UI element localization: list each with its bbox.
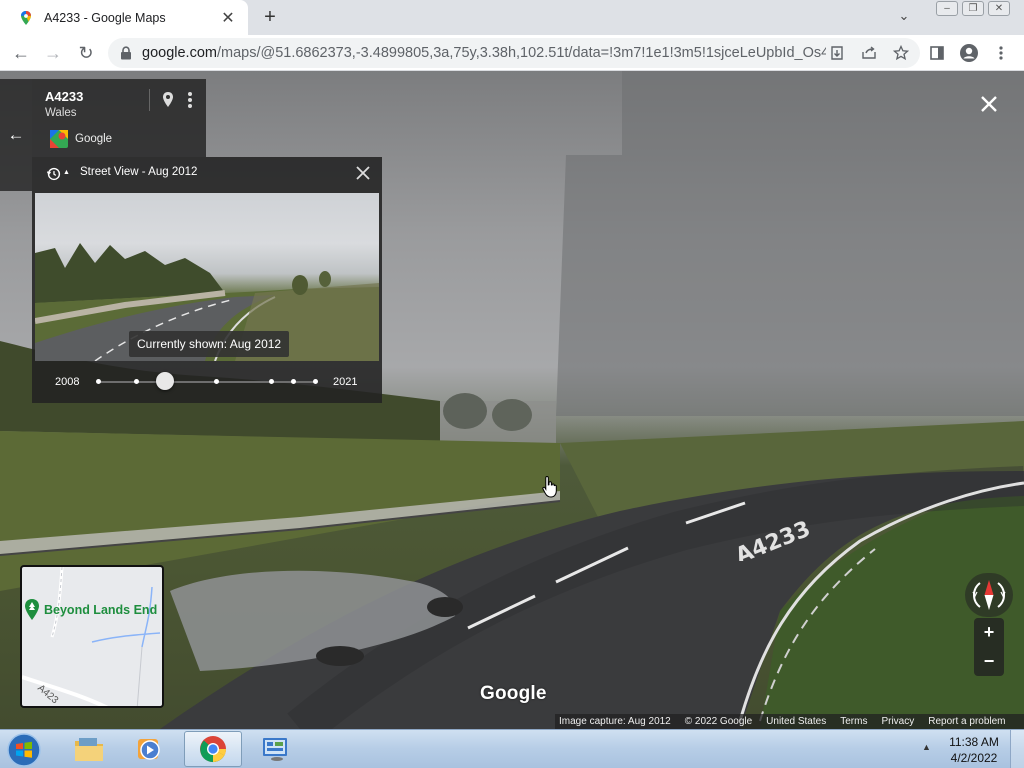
download-icon[interactable] [826,42,848,64]
location-title: A4233 [45,89,84,104]
tab-close-icon[interactable]: ✕ [218,8,238,28]
show-desktop-button[interactable] [1010,730,1024,768]
exit-street-view-close-icon[interactable] [976,91,1002,117]
share-icon[interactable] [858,42,880,64]
road-marking: A4233 [732,517,814,561]
time-machine-title: Street View - Aug 2012 [80,166,198,178]
slider-stop[interactable] [269,379,274,384]
report-problem-link[interactable]: Report a problem [928,716,1005,727]
street-view-canvas[interactable]: A4233 ← A4233 Wales Google ▲ Street View… [0,71,1024,729]
zoom-out-button[interactable]: − [974,647,1004,675]
taskbar-control-panel[interactable] [246,731,304,767]
maps-favicon-icon [21,10,31,25]
history-clock-icon[interactable] [46,166,61,181]
mini-map-place-label: Beyond Lands End [44,603,158,617]
profile-icon[interactable] [958,42,980,64]
folder-icon [75,738,103,761]
mini-map[interactable]: Beyond Lands End A423 [20,565,164,708]
url-path: /maps/@51.6862373,-3.4899805,3a,75y,3.38… [216,45,826,61]
minimize-button[interactable]: – [936,1,958,16]
google-watermark: Google [480,683,547,704]
zoom-control: + − [974,618,1004,676]
taskbar-media-player[interactable] [120,731,178,767]
tab-search-chevron-down-icon[interactable]: ⌄ [894,8,914,28]
lock-icon[interactable] [120,46,132,60]
url-host: google.com [142,45,217,61]
more-options-icon[interactable] [185,90,195,110]
slider-track[interactable] [97,381,315,383]
compass-control[interactable] [965,573,1013,617]
slider-stop[interactable] [313,379,318,384]
show-hidden-icons-caret-up-icon[interactable]: ▲ [922,742,931,752]
clock-time: 11:38 AM [949,735,999,749]
location-subtitle: Wales [45,107,77,119]
slider-stop[interactable] [291,379,296,384]
windows-start-orb-icon[interactable] [6,732,42,768]
close-window-button[interactable]: ✕ [988,1,1010,16]
star-icon[interactable] [890,42,912,64]
browser-toolbar: ← → ↻ google.com/maps/@51.6862373,-3.489… [0,35,1024,71]
country-link[interactable]: United States [766,716,826,727]
taskbar-chrome[interactable] [184,731,242,767]
park-tree-pin-icon [25,599,39,620]
time-machine-panel: ▲ Street View - Aug 2012 Currently shown… [32,157,382,403]
taskbar-clock[interactable]: 11:38 AM 4/2/2022 [944,734,1004,766]
map-pin-icon[interactable] [161,91,175,109]
slider-end-year: 2021 [333,376,358,388]
map-footer: Image capture: Aug 2012 © 2022 Google Un… [555,714,1024,729]
chrome-icon [200,736,227,763]
current-date-tooltip: Currently shown: Aug 2012 [129,331,290,357]
time-machine-header: ▲ Street View - Aug 2012 [32,157,382,189]
slider-stop[interactable] [214,379,219,384]
address-bar[interactable]: google.com/maps/@51.6862373,-3.4899805,3… [108,38,920,68]
terms-link[interactable]: Terms [840,716,867,727]
image-capture-date: Image capture: Aug 2012 [559,716,671,727]
close-icon[interactable] [354,164,372,182]
back-icon[interactable]: ← [9,41,33,65]
clock-date: 4/2/2022 [950,751,998,765]
location-card: A4233 Wales Google [32,79,206,157]
slider-thumb[interactable] [156,372,174,390]
tab-strip: A4233 - Google Maps ✕ + ⌄ – ❐ ✕ [0,0,1024,35]
privacy-link[interactable]: Privacy [881,716,914,727]
caret-up-icon[interactable]: ▲ [63,169,70,176]
slider-stop[interactable] [96,379,101,384]
time-machine-preview-image[interactable]: Currently shown: Aug 2012 [35,193,379,361]
new-tab-plus-icon[interactable]: + [258,6,282,30]
google-maps-logo-icon [50,130,68,148]
copyright-text: © 2022 Google [684,716,753,727]
restore-button[interactable]: ❐ [962,1,984,16]
forward-icon[interactable]: → [41,41,65,65]
card-divider [149,89,150,111]
slider-stop[interactable] [134,379,139,384]
compass-icon [972,580,1006,610]
road-marking-text: A4233 [732,517,814,561]
side-panel-icon[interactable] [926,42,948,64]
zoom-in-button[interactable]: + [974,618,1004,646]
tab-title: A4233 - Google Maps [44,10,166,25]
windows-taskbar: ▲ 11:38 AM 4/2/2022 [0,729,1024,768]
media-player-icon [138,739,160,760]
window-controls: – ❐ ✕ [936,1,1010,16]
taskbar-file-explorer[interactable] [60,731,118,767]
back-to-map-button[interactable]: ← [0,79,32,191]
url-text[interactable]: google.com/maps/@51.6862373,-3.4899805,3… [142,45,826,61]
control-panel-icon [263,738,287,761]
arrow-left-icon: ← [7,125,25,144]
slider-start-year: 2008 [55,376,80,388]
year-slider[interactable]: 2008 2021 [32,365,382,399]
reload-icon[interactable]: ↻ [74,41,98,65]
tab-google-maps[interactable]: A4233 - Google Maps ✕ [0,0,248,35]
kebab-menu-icon[interactable] [990,42,1012,64]
provider-link[interactable]: Google [75,133,112,145]
